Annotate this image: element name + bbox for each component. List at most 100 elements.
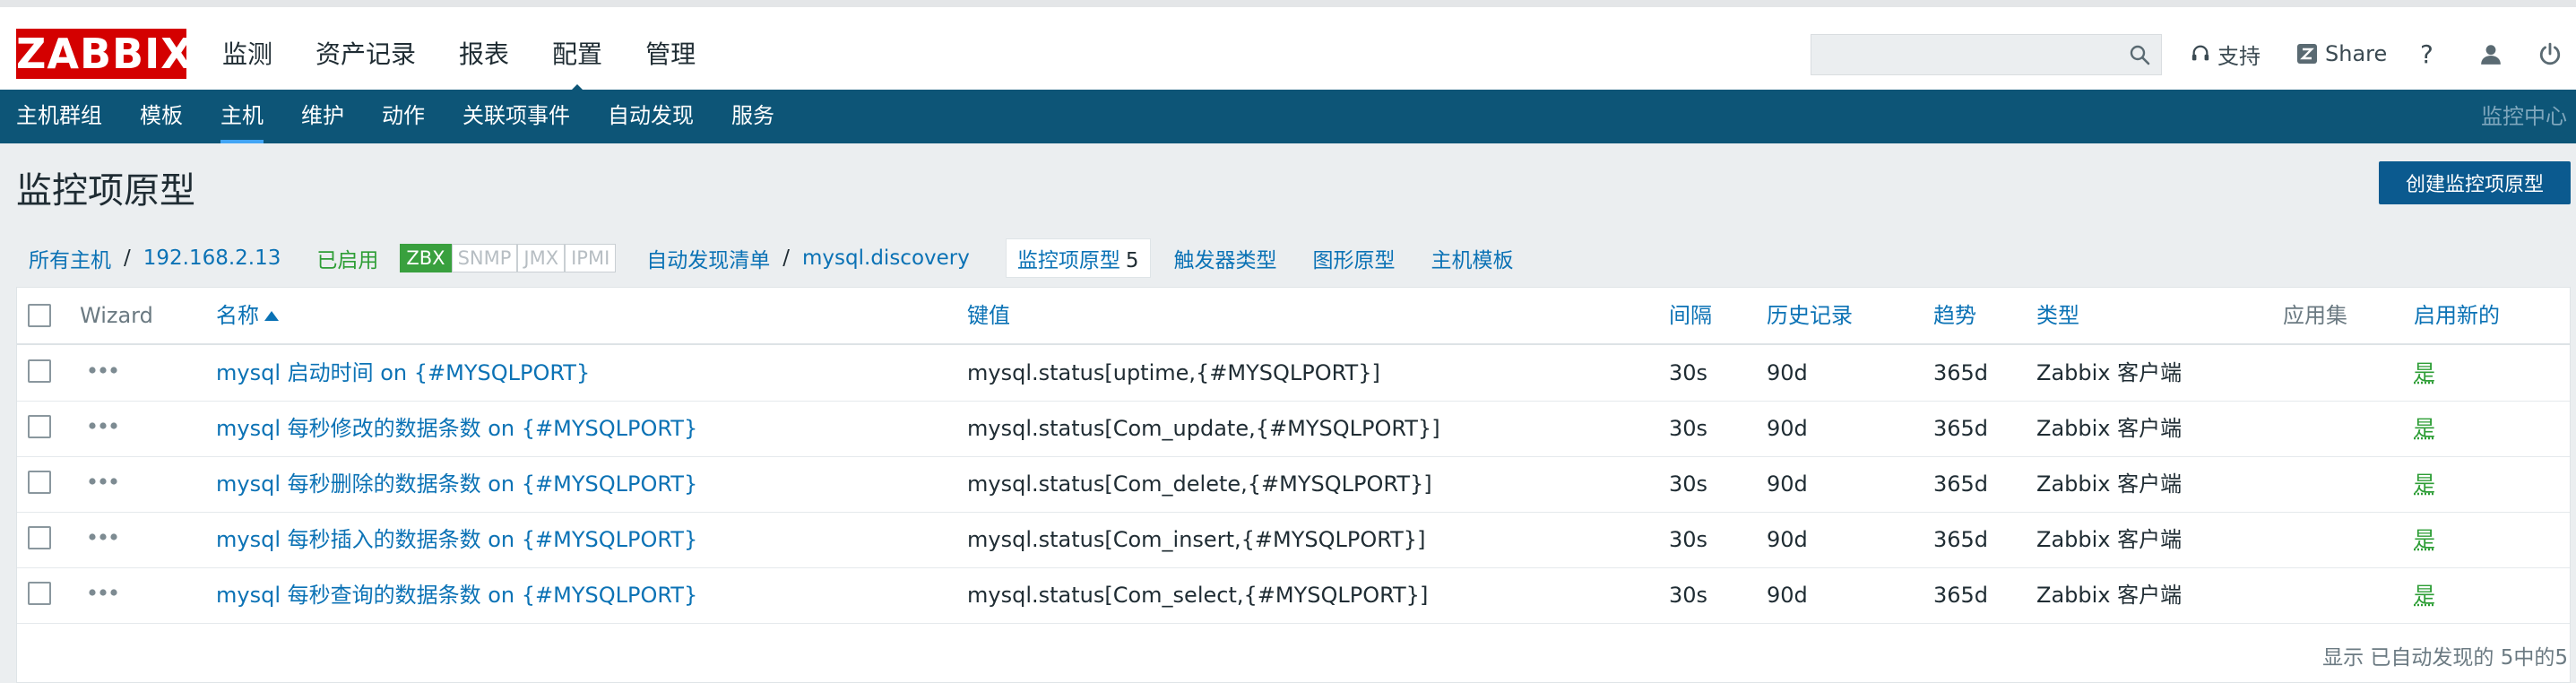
table-row: mysql 每秒插入的数据条数 on {#MYSQLPORT} mysql.st…	[17, 512, 2570, 568]
header-applications: 应用集	[2283, 303, 2347, 328]
item-name-link[interactable]: mysql 每秒查询的数据条数 on {#MYSQLPORT}	[216, 567, 697, 623]
sub-menu-services[interactable]: 服务	[731, 90, 774, 143]
sub-menu-templates[interactable]: 模板	[140, 90, 183, 143]
dots-icon[interactable]	[87, 365, 119, 376]
menu-item-inventory[interactable]: 资产记录	[316, 32, 416, 77]
row-checkbox[interactable]	[28, 582, 51, 605]
breadcrumb-separator: /	[782, 246, 791, 270]
item-name-link[interactable]: mysql 每秒删除的数据条数 on {#MYSQLPORT}	[216, 456, 697, 512]
item-type: Zabbix 客户端	[2036, 416, 2183, 441]
table-row: mysql 每秒查询的数据条数 on {#MYSQLPORT} mysql.st…	[17, 567, 2570, 624]
sub-menu-discovery[interactable]: 自动发现	[608, 90, 694, 143]
search-input[interactable]	[1811, 35, 2129, 74]
breadcrumb-discovery-list[interactable]: 自动发现清单	[646, 243, 770, 273]
sub-menu-hosts[interactable]: 主机	[220, 90, 264, 143]
header-key[interactable]: 键值	[967, 288, 1010, 343]
ipmi-badge: IPMI	[565, 244, 617, 272]
menu-item-reports[interactable]: 报表	[459, 32, 509, 77]
tab-item-prototypes[interactable]: 监控项原型 5	[1005, 238, 1151, 278]
sort-asc-icon	[264, 311, 279, 321]
header-trends[interactable]: 趋势	[1933, 288, 1976, 343]
breadcrumb: 所有主机 / 192.168.2.13 已启用 ZBX SNMP JMX IPM…	[29, 238, 1514, 278]
help-icon: ?	[2420, 39, 2433, 69]
search-icon[interactable]	[2129, 44, 2150, 65]
item-history: 90d	[1767, 416, 1808, 441]
snmp-badge: SNMP	[451, 244, 518, 272]
sub-menu-event-correlation[interactable]: 关联项事件	[462, 90, 570, 143]
header-history[interactable]: 历史记录	[1767, 288, 1853, 343]
create-enabled-toggle[interactable]: 是	[2414, 512, 2435, 567]
dots-icon[interactable]	[87, 587, 119, 598]
breadcrumb-all-hosts[interactable]: 所有主机	[29, 243, 111, 273]
app-root: ZABBIX 监测 资产记录 报表 配置 管理 支持 Share ? 主机群组 …	[0, 0, 2576, 683]
breadcrumb-host[interactable]: 192.168.2.13	[143, 246, 281, 270]
row-checkbox[interactable]	[28, 359, 51, 383]
row-checkbox[interactable]	[28, 526, 51, 549]
menu-item-administration[interactable]: 管理	[645, 32, 696, 77]
sub-menu: 主机群组 模板 主机 维护 动作 关联项事件 自动发现 服务	[16, 90, 812, 143]
tab-host-templates[interactable]: 主机模板	[1431, 243, 1514, 273]
share-label: Share	[2325, 41, 2388, 66]
item-history: 90d	[1767, 583, 1808, 608]
tab-item-prototypes-count: 5	[1125, 249, 1139, 272]
row-checkbox[interactable]	[28, 471, 51, 494]
item-history: 90d	[1767, 471, 1808, 497]
row-checkbox[interactable]	[28, 415, 51, 438]
server-name: 监控中心	[2481, 104, 2567, 129]
create-enabled-toggle[interactable]: 是	[2414, 456, 2435, 512]
header-interval[interactable]: 间隔	[1669, 288, 1712, 343]
item-interval: 30s	[1669, 583, 1708, 608]
sub-menu-actions[interactable]: 动作	[382, 90, 425, 143]
tab-trigger-prototypes[interactable]: 触发器类型	[1174, 243, 1277, 273]
zbx-badge: ZBX	[400, 244, 452, 272]
create-item-prototype-button[interactable]: 创建监控项原型	[2379, 161, 2571, 204]
item-interval: 30s	[1669, 471, 1708, 497]
header-create-enabled[interactable]: 启用新的	[2414, 288, 2500, 343]
create-enabled-toggle[interactable]: 是	[2414, 401, 2435, 456]
item-key: mysql.status[uptime,{#MYSQLPORT}]	[967, 360, 1380, 385]
item-prototypes-table: Wizard 名称 键值 间隔 历史记录 趋势 类型 应用集 启用新的 mysq…	[16, 287, 2571, 683]
support-link[interactable]: 支持	[2191, 36, 2260, 72]
item-interval: 30s	[1669, 416, 1708, 441]
tab-graph-prototypes[interactable]: 图形原型	[1313, 243, 1396, 273]
item-name-link[interactable]: mysql 每秒插入的数据条数 on {#MYSQLPORT}	[216, 512, 697, 567]
create-enabled-toggle[interactable]: 是	[2414, 345, 2435, 401]
item-name-link[interactable]: mysql 启动时间 on {#MYSQLPORT}	[216, 345, 590, 401]
sub-menu-maintenance[interactable]: 维护	[301, 90, 344, 143]
item-name-link[interactable]: mysql 每秒修改的数据条数 on {#MYSQLPORT}	[216, 401, 697, 456]
item-trends: 365d	[1933, 416, 1989, 441]
power-icon	[2539, 42, 2561, 65]
select-all-checkbox[interactable]	[28, 304, 51, 327]
sub-menu-host-groups[interactable]: 主机群组	[16, 90, 102, 143]
main-menu: 监测 资产记录 报表 配置 管理	[222, 32, 739, 97]
item-key: mysql.status[Com_update,{#MYSQLPORT}]	[967, 416, 1440, 441]
item-trends: 365d	[1933, 583, 1989, 608]
item-type: Zabbix 客户端	[2036, 527, 2183, 552]
header-wizard: Wizard	[80, 303, 153, 328]
help-button[interactable]: ?	[2420, 36, 2433, 72]
zabbix-logo[interactable]: ZABBIX	[16, 29, 193, 79]
availability-badges: ZBX SNMP JMX IPMI	[400, 244, 617, 272]
table-row: mysql 每秒删除的数据条数 on {#MYSQLPORT} mysql.st…	[17, 456, 2570, 513]
menu-item-monitoring[interactable]: 监测	[222, 32, 272, 77]
sub-menu-bar: 主机群组 模板 主机 维护 动作 关联项事件 自动发现 服务 监控中心	[0, 90, 2576, 143]
user-profile-button[interactable]	[2479, 36, 2510, 72]
item-key: mysql.status[Com_delete,{#MYSQLPORT}]	[967, 471, 1432, 497]
menu-item-configuration[interactable]: 配置	[552, 32, 602, 97]
header-name[interactable]: 名称	[216, 288, 279, 343]
item-trends: 365d	[1933, 527, 1989, 552]
create-enabled-toggle[interactable]: 是	[2414, 567, 2435, 623]
sign-out-button[interactable]	[2538, 36, 2569, 72]
item-history: 90d	[1767, 527, 1808, 552]
table-header: Wizard 名称 键值 间隔 历史记录 趋势 类型 应用集 启用新的	[17, 288, 2570, 345]
share-link[interactable]: Share	[2296, 36, 2387, 72]
host-status[interactable]: 已启用	[316, 243, 378, 273]
header-type[interactable]: 类型	[2036, 288, 2079, 343]
item-type: Zabbix 客户端	[2036, 471, 2183, 497]
item-trends: 365d	[1933, 360, 1989, 385]
dots-icon[interactable]	[87, 476, 119, 487]
breadcrumb-discovery-rule[interactable]: mysql.discovery	[802, 246, 970, 270]
dots-icon[interactable]	[87, 532, 119, 542]
dots-icon[interactable]	[87, 420, 119, 431]
share-icon	[2297, 44, 2317, 64]
